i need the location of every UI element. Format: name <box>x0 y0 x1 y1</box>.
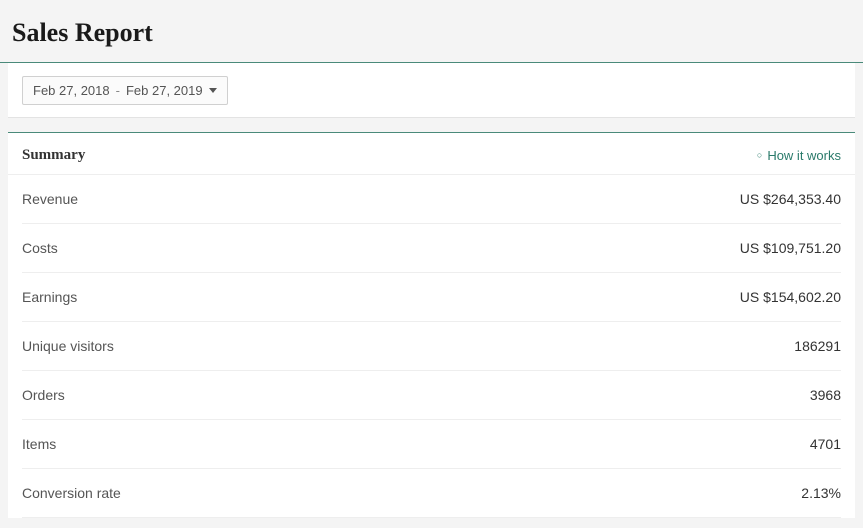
summary-row-items: Items 4701 <box>22 420 841 469</box>
summary-panel-header: Summary ○ How it works <box>8 133 855 175</box>
chevron-down-icon <box>209 88 217 93</box>
page-header: Sales Report <box>0 0 863 63</box>
summary-row-conversion-rate: Conversion rate 2.13% <box>22 469 841 518</box>
summary-row-earnings: Earnings US $154,602.20 <box>22 273 841 322</box>
summary-value: US $264,353.40 <box>740 191 841 207</box>
summary-panel: Summary ○ How it works Revenue US $264,3… <box>8 132 855 518</box>
summary-label: Revenue <box>22 191 78 207</box>
summary-label: Costs <box>22 240 58 256</box>
summary-value: US $154,602.20 <box>740 289 841 305</box>
summary-list: Revenue US $264,353.40 Costs US $109,751… <box>8 175 855 518</box>
summary-row-unique-visitors: Unique visitors 186291 <box>22 322 841 371</box>
date-range-picker[interactable]: Feb 27, 2018 - Feb 27, 2019 <box>22 76 228 105</box>
summary-label: Conversion rate <box>22 485 121 501</box>
how-it-works-link[interactable]: ○ How it works <box>757 148 841 163</box>
info-bullet-icon: ○ <box>757 151 762 160</box>
date-range-separator: - <box>116 83 120 98</box>
page-title: Sales Report <box>12 18 851 48</box>
summary-label: Items <box>22 436 56 452</box>
summary-value: 4701 <box>810 436 841 452</box>
summary-value: 186291 <box>794 338 841 354</box>
summary-value: US $109,751.20 <box>740 240 841 256</box>
summary-value: 3968 <box>810 387 841 403</box>
filter-bar: Feb 27, 2018 - Feb 27, 2019 <box>8 63 855 118</box>
summary-row-orders: Orders 3968 <box>22 371 841 420</box>
summary-row-revenue: Revenue US $264,353.40 <box>22 175 841 224</box>
summary-label: Unique visitors <box>22 338 114 354</box>
content: Summary ○ How it works Revenue US $264,3… <box>8 132 855 518</box>
summary-row-costs: Costs US $109,751.20 <box>22 224 841 273</box>
summary-value: 2.13% <box>801 485 841 501</box>
summary-label: Orders <box>22 387 65 403</box>
date-range-start: Feb 27, 2018 <box>33 83 110 98</box>
summary-label: Earnings <box>22 289 77 305</box>
date-range-end: Feb 27, 2019 <box>126 83 203 98</box>
summary-title: Summary <box>22 147 85 164</box>
how-it-works-label: How it works <box>767 148 841 163</box>
